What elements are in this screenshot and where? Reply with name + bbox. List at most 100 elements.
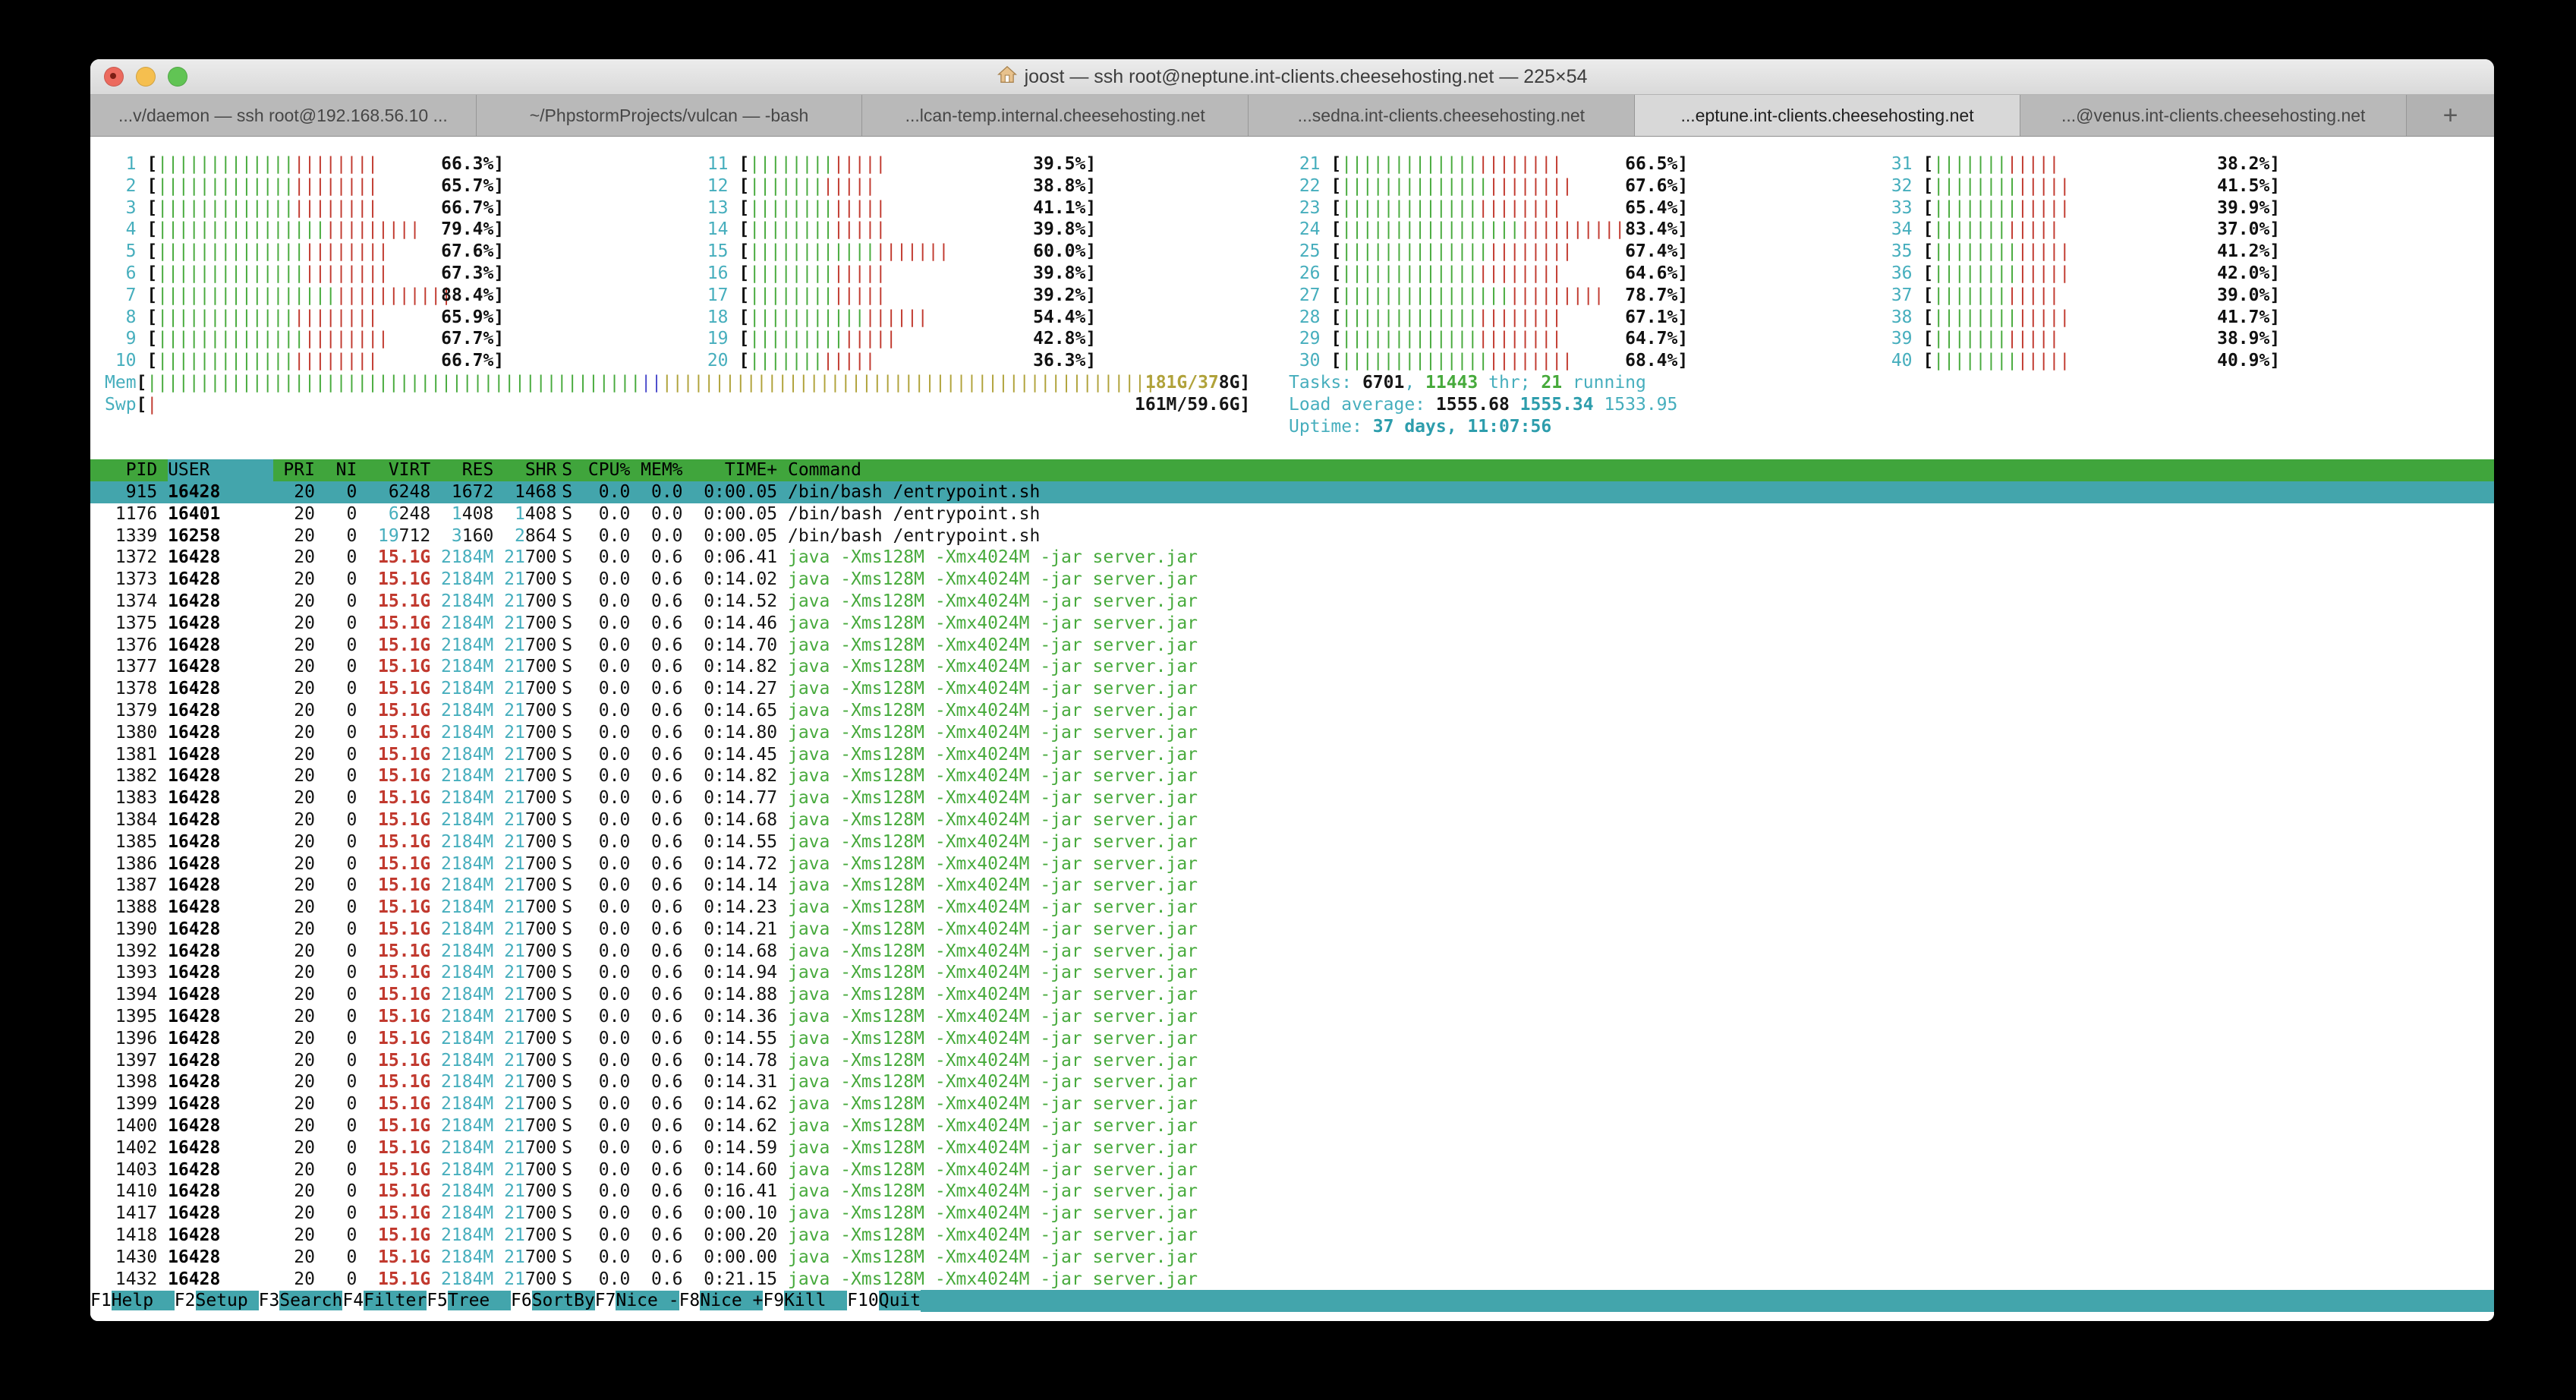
column-header-ni[interactable]: NI <box>315 459 357 481</box>
cell-s: S <box>556 1028 578 1050</box>
process-row-pid-1397[interactable]: 1397 1642820015.1G2184M21700S0.00.60:14.… <box>90 1050 2494 1072</box>
process-row-pid-1398[interactable]: 1398 1642820015.1G2184M21700S0.00.60:14.… <box>90 1071 2494 1093</box>
process-row-pid-1410[interactable]: 1410 1642820015.1G2184M21700S0.00.60:16.… <box>90 1181 2494 1203</box>
process-row-pid-1390[interactable]: 1390 1642820015.1G2184M21700S0.00.60:14.… <box>90 919 2494 941</box>
close-button[interactable] <box>104 67 124 87</box>
column-header-pid[interactable]: PID <box>105 459 157 481</box>
cell-cmd: java -Xms128M -Xmx4024M -jar server.jar <box>788 1225 1198 1247</box>
process-row-pid-1376[interactable]: 1376 1642820015.1G2184M21700S0.00.60:14.… <box>90 635 2494 657</box>
process-row-pid-1377[interactable]: 1377 1642820015.1G2184M21700S0.00.60:14.… <box>90 656 2494 678</box>
cell-virt: 15.1G <box>357 1050 430 1072</box>
process-row-pid-1379[interactable]: 1379 1642820015.1G2184M21700S0.00.60:14.… <box>90 700 2494 722</box>
column-header-cmd[interactable]: Command <box>788 459 861 481</box>
cell-shr: 21700 <box>493 787 556 809</box>
process-row-pid-1384[interactable]: 1384 1642820015.1G2184M21700S0.00.60:14.… <box>90 809 2494 831</box>
process-row-pid-1396[interactable]: 1396 1642820015.1G2184M21700S0.00.60:14.… <box>90 1028 2494 1050</box>
process-row-pid-1400[interactable]: 1400 1642820015.1G2184M21700S0.00.60:14.… <box>90 1115 2494 1137</box>
tab-6[interactable]: ...@venus.int-clients.cheesehosting.net <box>2020 95 2407 136</box>
column-header-time[interactable]: TIME+ <box>683 459 778 481</box>
cell-s: S <box>556 591 578 613</box>
cell-pid: 1392 <box>105 941 157 963</box>
tab-4[interactable]: ...sedna.int-clients.cheesehosting.net <box>1249 95 1635 136</box>
cell-cpu: 0.0 <box>578 984 630 1006</box>
process-row-pid-1392[interactable]: 1392 1642820015.1G2184M21700S0.00.60:14.… <box>90 941 2494 963</box>
process-row-pid-1399[interactable]: 1399 1642820015.1G2184M21700S0.00.60:14.… <box>90 1093 2494 1115</box>
column-header-shr[interactable]: SHR <box>493 459 556 481</box>
cell-pri: 20 <box>273 591 315 613</box>
fkey-f1[interactable]: F1Help <box>90 1290 175 1312</box>
process-row-pid-1385[interactable]: 1385 1642820015.1G2184M21700S0.00.60:14.… <box>90 831 2494 853</box>
tab-5[interactable]: ...eptune.int-clients.cheesehosting.net <box>1635 95 2021 136</box>
cpu-meter-core-31: 31[||||||||||||38.2%] <box>1881 153 2473 175</box>
cell-shr: 21700 <box>493 1203 556 1225</box>
cell-time: 0:14.14 <box>683 875 778 897</box>
process-row-pid-1387[interactable]: 1387 1642820015.1G2184M21700S0.00.60:14.… <box>90 875 2494 897</box>
process-row-pid-1418[interactable]: 1418 1642820015.1G2184M21700S0.00.60:00.… <box>90 1225 2494 1247</box>
fkey-f5[interactable]: F5Tree <box>427 1290 511 1312</box>
tab-1[interactable]: ...v/daemon — ssh root@192.168.56.10 ... <box>90 95 477 136</box>
minimize-button[interactable] <box>136 67 156 87</box>
cell-time: 0:14.21 <box>683 919 778 941</box>
process-row-pid-1176[interactable]: 1176 16401200624814081408S0.00.00:00.05 … <box>90 503 2494 525</box>
process-row-pid-1339[interactable]: 1339 162582001971231602864S0.00.00:00.05… <box>90 525 2494 547</box>
fkey-f6[interactable]: F6SortBy <box>511 1290 595 1312</box>
process-row-pid-1403[interactable]: 1403 1642820015.1G2184M21700S0.00.60:14.… <box>90 1159 2494 1181</box>
process-row-pid-1395[interactable]: 1395 1642820015.1G2184M21700S0.00.60:14.… <box>90 1006 2494 1028</box>
process-row-pid-1381[interactable]: 1381 1642820015.1G2184M21700S0.00.60:14.… <box>90 744 2494 766</box>
column-header-user[interactable]: USER <box>168 459 272 481</box>
cell-s: S <box>556 635 578 657</box>
cell-pri: 20 <box>273 875 315 897</box>
new-tab-button[interactable]: + <box>2407 95 2494 136</box>
cell-cmd: /bin/bash /entrypoint.sh <box>788 525 1040 547</box>
process-row-pid-1372[interactable]: 1372 1642820015.1G2184M21700S0.00.60:06.… <box>90 547 2494 569</box>
cpu-percent: 54.4% <box>1033 307 1085 329</box>
process-row-pid-1386[interactable]: 1386 1642820015.1G2184M21700S0.00.60:14.… <box>90 853 2494 875</box>
cell-gap1 <box>157 1093 168 1115</box>
cpu-meter-core-15: 15[|||||||||||||||||||60.0%] <box>697 241 1289 263</box>
process-row-pid-1380[interactable]: 1380 1642820015.1G2184M21700S0.00.60:14.… <box>90 722 2494 744</box>
process-row-pid-1430[interactable]: 1430 1642820015.1G2184M21700S0.00.60:00.… <box>90 1247 2494 1269</box>
fkey-f4[interactable]: F4Filter <box>342 1290 427 1312</box>
column-header-pri[interactable]: PRI <box>273 459 315 481</box>
process-row-pid-1383[interactable]: 1383 1642820015.1G2184M21700S0.00.60:14.… <box>90 787 2494 809</box>
fkey-f9[interactable]: F9Kill <box>763 1290 847 1312</box>
process-row-pid-1378[interactable]: 1378 1642820015.1G2184M21700S0.00.60:14.… <box>90 678 2494 700</box>
column-header-s[interactable]: S <box>556 459 578 481</box>
cell-time: 0:14.70 <box>683 635 778 657</box>
fkey-f3[interactable]: F3Search <box>259 1290 343 1312</box>
process-row-pid-1373[interactable]: 1373 1642820015.1G2184M21700S0.00.60:14.… <box>90 569 2494 591</box>
cpu-meter-core-6: 6[||||||||||||||||||||||67.3%] <box>105 263 697 285</box>
column-header-res[interactable]: RES <box>430 459 493 481</box>
fkey-f2[interactable]: F2Setup <box>175 1290 259 1312</box>
htop-terminal[interactable]: 1[|||||||||||||||||||||66.3%]11[||||||||… <box>90 137 2494 1321</box>
fkey-f8[interactable]: F8Nice + <box>679 1290 764 1312</box>
zoom-button[interactable] <box>168 67 187 87</box>
process-row-pid-1393[interactable]: 1393 1642820015.1G2184M21700S0.00.60:14.… <box>90 962 2494 984</box>
cpu-meter-core-29: 29[|||||||||||||||||||||64.7%] <box>1289 328 1881 350</box>
process-row-pid-1417[interactable]: 1417 1642820015.1G2184M21700S0.00.60:00.… <box>90 1203 2494 1225</box>
process-row-pid-1375[interactable]: 1375 1642820015.1G2184M21700S0.00.60:14.… <box>90 613 2494 635</box>
cpu-percent: 42.0% <box>2217 263 2269 285</box>
cell-pid: 1379 <box>105 700 157 722</box>
fkey-f7[interactable]: F7Nice - <box>595 1290 679 1312</box>
column-header-virt[interactable]: VIRT <box>357 459 430 481</box>
process-row-pid-1394[interactable]: 1394 1642820015.1G2184M21700S0.00.60:14.… <box>90 984 2494 1006</box>
cell-shr: 21700 <box>493 569 556 591</box>
cell-pri: 20 <box>273 1115 315 1137</box>
process-row-pid-1382[interactable]: 1382 1642820015.1G2184M21700S0.00.60:14.… <box>90 765 2494 787</box>
fkey-f10[interactable]: F10Quit <box>847 1290 921 1312</box>
cell-ni: 0 <box>315 1006 357 1028</box>
process-row-pid-915[interactable]: 915 16428200624816721468S0.00.00:00.05 /… <box>90 481 2494 503</box>
cpu-meter-row: 2[|||||||||||||||||||||65.7%]12[||||||||… <box>90 175 2494 197</box>
process-row-pid-1388[interactable]: 1388 1642820015.1G2184M21700S0.00.60:14.… <box>90 897 2494 919</box>
column-header-mem[interactable]: MEM% <box>630 459 682 481</box>
cell-ni: 0 <box>315 1159 357 1181</box>
process-row-pid-1374[interactable]: 1374 1642820015.1G2184M21700S0.00.60:14.… <box>90 591 2494 613</box>
cell-s: S <box>556 853 578 875</box>
column-header-cpu[interactable]: CPU% <box>578 459 630 481</box>
process-row-pid-1402[interactable]: 1402 1642820015.1G2184M21700S0.00.60:14.… <box>90 1137 2494 1159</box>
process-row-pid-1432[interactable]: 1432 1642820015.1G2184M21700S0.00.60:21.… <box>90 1269 2494 1291</box>
cell-cmd: java -Xms128M -Xmx4024M -jar server.jar <box>788 765 1198 787</box>
tab-2[interactable]: ~/PhpstormProjects/vulcan — -bash <box>477 95 863 136</box>
tab-3[interactable]: ...lcan-temp.internal.cheesehosting.net <box>862 95 1249 136</box>
